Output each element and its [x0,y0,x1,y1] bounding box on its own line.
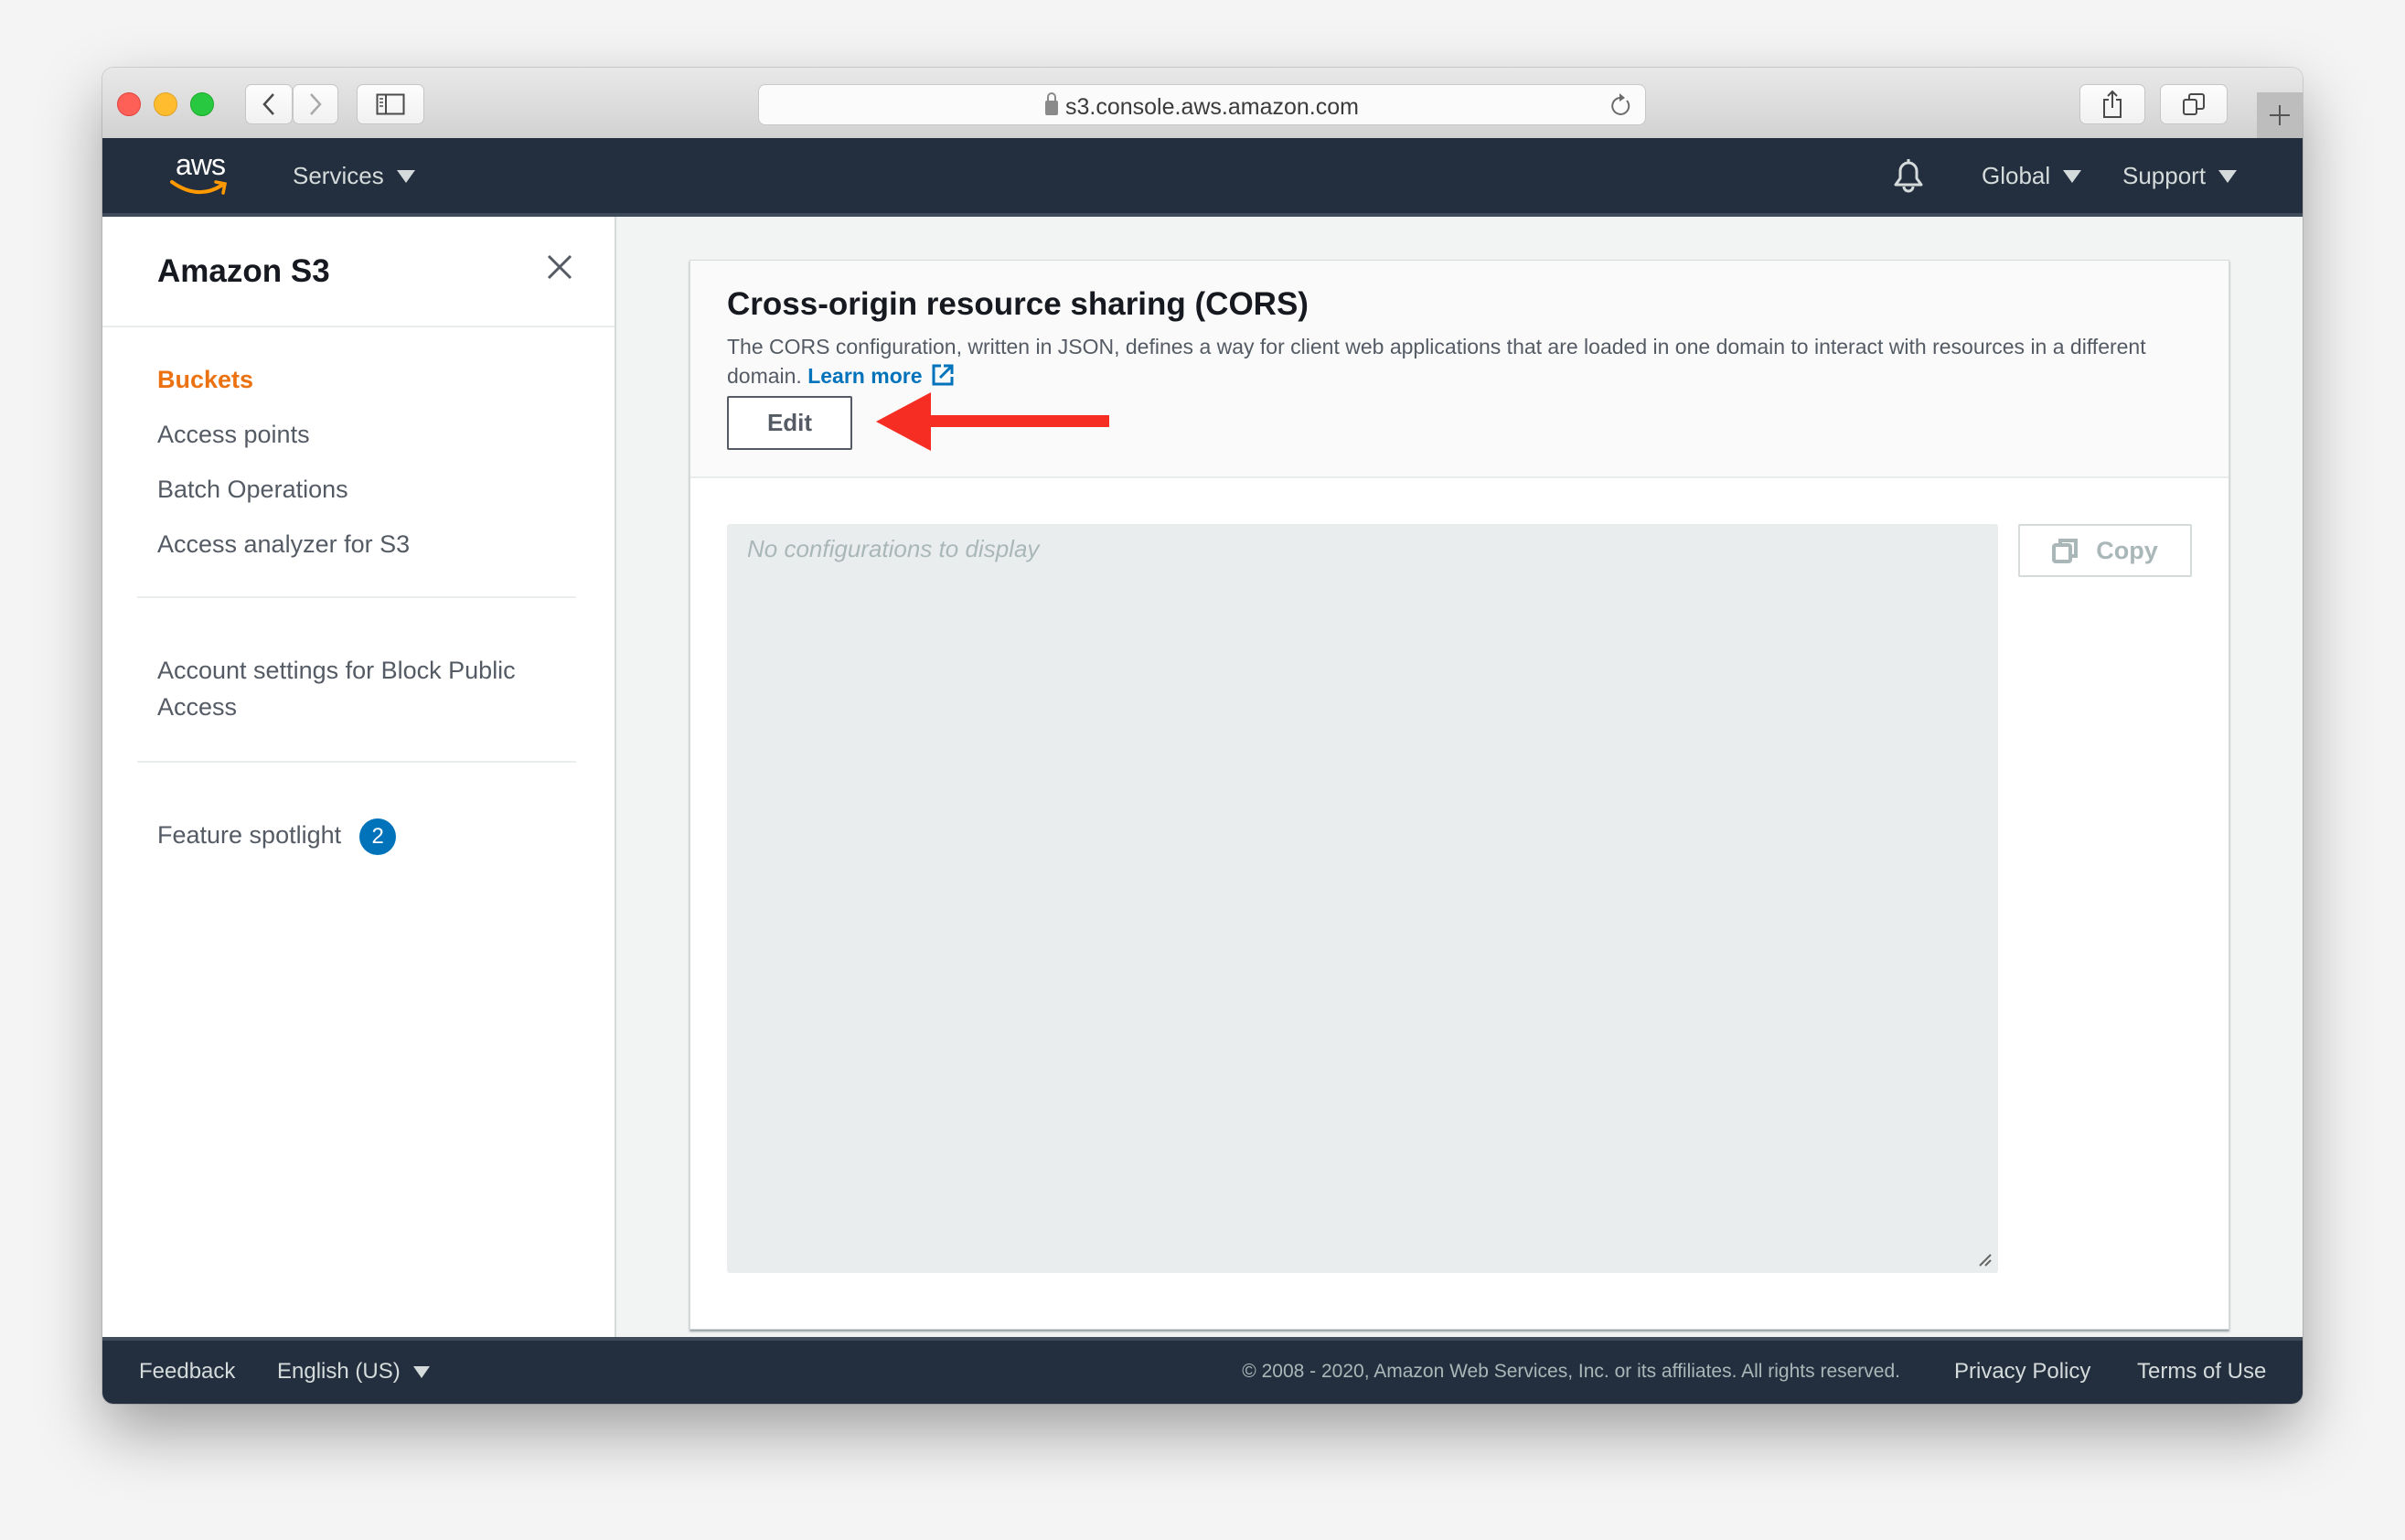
region-menu[interactable]: Global [1982,162,2082,190]
sidebar-item-feature-spotlight[interactable]: Feature spotlight 2 [157,817,397,855]
copy-icon [2052,539,2079,563]
sidebar-item-account-settings[interactable]: Account settings for Block Public Access [157,652,560,725]
sidebar: Amazon S3 Buckets Access points Batch Op… [102,217,616,1341]
feature-spotlight-label: Feature spotlight [157,821,342,849]
share-button[interactable] [2079,84,2145,124]
forward-button[interactable] [293,84,338,124]
console-footer: Feedback English (US) © 2008 - 2020, Ama… [102,1337,2303,1404]
close-icon[interactable] [546,253,573,281]
sidebar-toggle-button[interactable] [357,84,424,124]
url-text: s3.console.aws.amazon.com [1065,94,1359,120]
terms-of-use-link[interactable]: Terms of Use [2137,1359,2266,1385]
aws-logo[interactable]: aws [168,149,232,198]
reload-icon[interactable] [1610,92,1632,118]
browser-toolbar: s3.console.aws.amazon.com [102,68,2303,139]
privacy-policy-link[interactable]: Privacy Policy [1954,1359,2090,1385]
services-label: Services [293,162,384,189]
support-label: Support [2122,162,2207,189]
sidebar-item-access-points[interactable]: Access points [157,416,310,453]
chevron-right-icon [310,93,322,115]
browser-window: s3.console.aws.amazon.com aws Services G… [102,68,2303,1404]
bell-icon[interactable] [1890,156,1927,195]
caret-down-icon [2063,169,2082,183]
panel-description: The CORS configuration, written in JSON,… [727,332,2190,390]
aws-smile-icon [170,180,228,195]
back-button[interactable] [245,84,293,124]
learn-more-link[interactable]: Learn more [807,364,955,388]
red-arrow-annotation [876,392,1109,451]
copy-button[interactable]: Copy [2018,524,2192,577]
tabs-overview-button[interactable] [2160,84,2228,124]
language-label: English (US) [277,1359,401,1384]
zoom-window-button[interactable] [190,92,214,116]
json-placeholder: No configurations to display [747,535,1040,562]
caret-down-icon [2218,169,2238,183]
sidebar-item-buckets[interactable]: Buckets [157,361,253,398]
support-menu[interactable]: Support [2122,162,2238,190]
learn-more-label: Learn more [807,364,923,388]
panel-header: Cross-origin resource sharing (CORS) The… [690,261,2229,478]
lock-icon [1045,92,1058,115]
caret-down-icon [396,169,415,183]
feedback-link[interactable]: Feedback [139,1359,235,1385]
copy-label: Copy [2096,536,2158,564]
region-label: Global [1982,162,2051,189]
tabs-icon [2183,93,2205,115]
plus-icon [2270,105,2290,125]
chevron-left-icon [262,93,274,115]
aws-navbar: aws Services Global Support [102,138,2303,217]
language-selector[interactable]: English (US) [277,1359,430,1385]
sidebar-divider [137,596,576,598]
copyright-text: © 2008 - 2020, Amazon Web Services, Inc.… [1242,1361,1900,1382]
minimize-window-button[interactable] [154,92,177,116]
sidebar-divider [137,761,576,763]
share-icon [2103,90,2122,118]
external-link-icon [932,364,954,386]
sidebar-title: Amazon S3 [157,253,330,289]
close-window-button[interactable] [117,92,141,116]
sidebar-item-batch-operations[interactable]: Batch Operations [157,471,348,508]
sidebar-icon [376,93,405,115]
sidebar-divider [102,326,615,327]
edit-button[interactable]: Edit [727,396,852,450]
resize-handle-icon[interactable] [1978,1253,1993,1267]
panel-title: Cross-origin resource sharing (CORS) [727,286,1309,322]
address-bar[interactable]: s3.console.aws.amazon.com [758,84,1646,125]
caret-down-icon [412,1365,430,1378]
cors-json-editor[interactable]: No configurations to display [727,524,1998,1273]
new-tab-button[interactable] [2257,92,2303,138]
cors-panel: Cross-origin resource sharing (CORS) The… [689,260,2229,1330]
sidebar-item-access-analyzer[interactable]: Access analyzer for S3 [157,526,410,562]
aws-logo-text: aws [176,148,226,181]
notification-count-badge: 2 [359,818,397,855]
services-menu[interactable]: Services [293,162,415,190]
